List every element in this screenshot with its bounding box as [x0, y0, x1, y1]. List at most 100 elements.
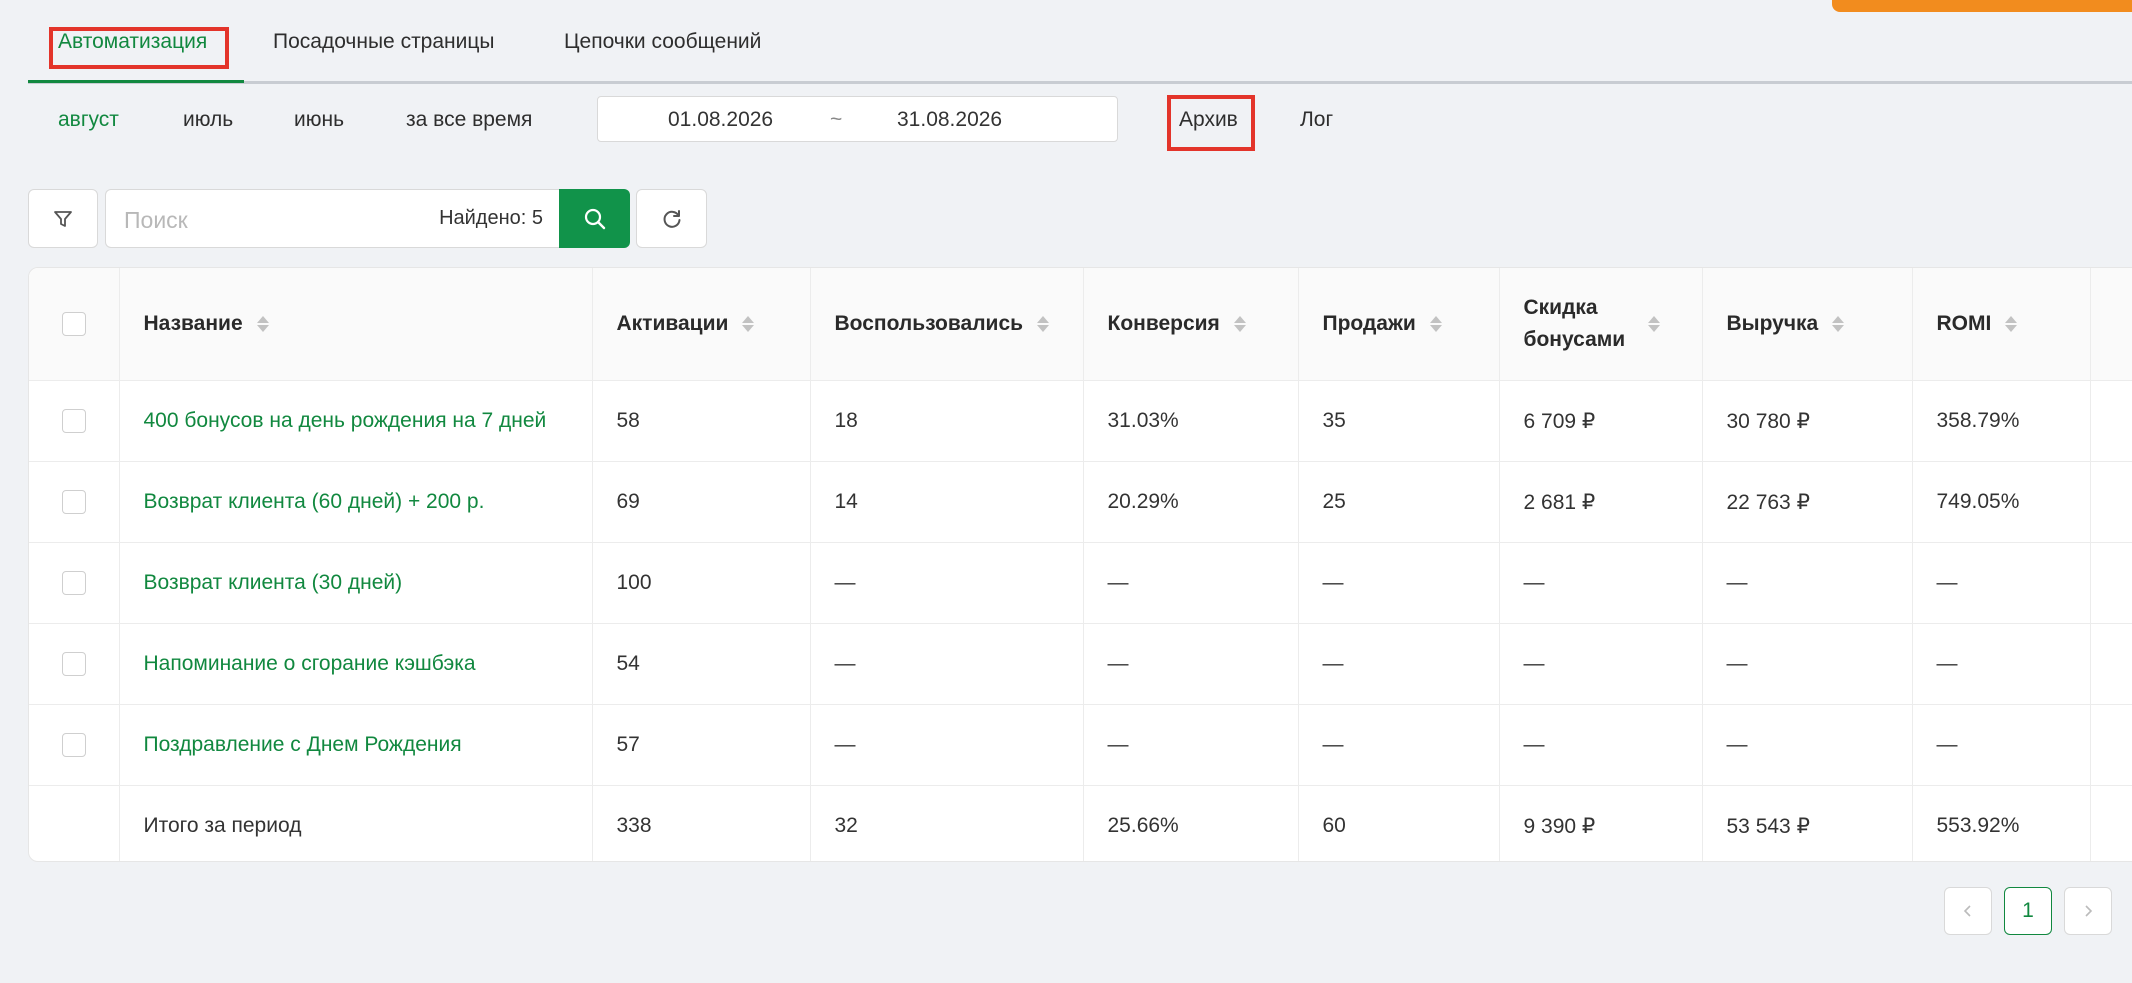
sort-icon[interactable] [742, 316, 755, 332]
tab-message-chains[interactable]: Цепочки сообщений [564, 30, 761, 54]
table-row: Возврат клиента (60 дней) + 200 р. 69 14… [29, 461, 2132, 543]
sort-icon[interactable] [1832, 316, 1845, 332]
cell-bonus-discount: — [1499, 704, 1703, 786]
cell-conversion: — [1083, 623, 1299, 705]
cell-sales: — [1298, 542, 1500, 624]
row-select-cell [29, 461, 120, 543]
campaign-name-link[interactable]: Напоминание о сгорание кэшбэка [119, 623, 593, 705]
cell-used: — [810, 623, 1084, 705]
row-checkbox[interactable] [61, 571, 86, 596]
cell-activations: 58 [592, 380, 811, 462]
search-button[interactable] [559, 189, 630, 248]
next-page-button[interactable] [2064, 887, 2112, 935]
filter-icon [54, 210, 72, 227]
column-header-revenue[interactable]: Выручка [1702, 268, 1913, 381]
cell-conversion: — [1083, 542, 1299, 624]
chevron-right-icon [2085, 905, 2093, 917]
cell-used: 14 [810, 461, 1084, 543]
cell-romi: 358.79% [1912, 380, 2091, 462]
header-select-cell [29, 268, 120, 381]
select-all-checkbox[interactable] [61, 312, 86, 337]
row-checkbox[interactable] [61, 652, 86, 677]
table-row: 400 бонусов на день рождения на 7 дней 5… [29, 380, 2132, 462]
search-field[interactable]: Найдено: 5 [105, 189, 559, 248]
table-row: Возврат клиента (30 дней) 100 — — — — — … [29, 542, 2132, 624]
found-count: Найдено: 5 [439, 207, 543, 229]
campaign-name-link[interactable]: Поздравление с Днем Рождения [119, 704, 593, 786]
sort-icon[interactable] [1647, 316, 1660, 332]
cell-sales: 25 [1298, 461, 1500, 543]
row-checkbox[interactable] [61, 490, 86, 515]
column-header-used[interactable]: Воспользовались [810, 268, 1084, 381]
total-conversion: 25.66% [1083, 785, 1299, 861]
cell-used: 18 [810, 380, 1084, 462]
active-tab-underline [28, 80, 244, 83]
column-header-conversion[interactable]: Конверсия [1083, 268, 1299, 381]
column-header-sales[interactable]: Продажи [1298, 268, 1500, 381]
tab-bar: Автоматизация Посадочные страницы Цепочк… [28, 0, 2132, 84]
page-number-button[interactable]: 1 [2004, 887, 2052, 935]
total-select-cell [29, 785, 120, 861]
column-header-bonus-discount[interactable]: Скидка бонусами [1499, 268, 1703, 381]
cell-romi: — [1912, 704, 2091, 786]
tab-automation[interactable]: Автоматизация [58, 30, 207, 54]
campaign-name-link[interactable]: Возврат клиента (30 дней) [119, 542, 593, 624]
cell-used: — [810, 542, 1084, 624]
log-link[interactable]: Лог [1300, 108, 1333, 132]
chevron-left-icon [1963, 905, 1971, 917]
period-august[interactable]: август [58, 108, 119, 132]
table-header-row: Название Активации Воспользовались Конве… [29, 268, 2132, 381]
cell-bonus-discount: — [1499, 542, 1703, 624]
cell-activations: 54 [592, 623, 811, 705]
cell-revenue: — [1702, 623, 1913, 705]
cell-activations: 57 [592, 704, 811, 786]
total-revenue: 53 543 ₽ [1702, 785, 1913, 861]
row-select-cell [29, 542, 120, 624]
tab-landing-pages[interactable]: Посадочные страницы [273, 30, 495, 54]
sort-icon[interactable] [1233, 316, 1246, 332]
sort-icon[interactable] [256, 316, 269, 332]
column-header-romi[interactable]: ROMI [1912, 268, 2091, 381]
refresh-icon [663, 209, 680, 228]
cell-sales: 35 [1298, 380, 1500, 462]
prev-page-button[interactable] [1944, 887, 1992, 935]
total-label: Итого за период [119, 785, 593, 861]
cell-revenue: — [1702, 542, 1913, 624]
period-all-time[interactable]: за все время [406, 108, 532, 132]
total-sales: 60 [1298, 785, 1500, 861]
cell-conversion: 31.03% [1083, 380, 1299, 462]
sort-icon[interactable] [2005, 316, 2018, 332]
cell-activations: 100 [592, 542, 811, 624]
date-range-picker[interactable]: 01.08.2026 ~ 31.08.2026 [597, 96, 1118, 142]
refresh-button[interactable] [636, 189, 707, 248]
cell-extra [2090, 623, 2132, 705]
sort-icon[interactable] [1429, 316, 1442, 332]
column-header-name[interactable]: Название [119, 268, 593, 381]
cell-bonus-discount: — [1499, 623, 1703, 705]
search-icon [584, 208, 605, 229]
column-header-activations[interactable]: Активации [592, 268, 811, 381]
campaign-name-link[interactable]: 400 бонусов на день рождения на 7 дней [119, 380, 593, 462]
sort-icon[interactable] [1037, 316, 1050, 332]
cell-extra [2090, 542, 2132, 624]
cell-romi: — [1912, 623, 2091, 705]
total-romi: 553.92% [1912, 785, 2091, 861]
cell-sales: — [1298, 704, 1500, 786]
date-to[interactable]: 31.08.2026 [897, 108, 1002, 132]
filter-button[interactable] [28, 189, 98, 248]
date-from[interactable]: 01.08.2026 [668, 108, 773, 132]
period-june[interactable]: июнь [294, 108, 344, 132]
row-select-cell [29, 704, 120, 786]
cell-extra [2090, 380, 2132, 462]
search-input[interactable] [122, 202, 406, 238]
archive-link[interactable]: Архив [1179, 108, 1238, 132]
cell-extra [2090, 461, 2132, 543]
total-activations: 338 [592, 785, 811, 861]
row-checkbox[interactable] [61, 733, 86, 758]
campaign-name-link[interactable]: Возврат клиента (60 дней) + 200 р. [119, 461, 593, 543]
cell-conversion: 20.29% [1083, 461, 1299, 543]
total-used: 32 [810, 785, 1084, 861]
row-checkbox[interactable] [61, 409, 86, 434]
date-separator: ~ [830, 108, 843, 131]
period-july[interactable]: июль [183, 108, 233, 132]
